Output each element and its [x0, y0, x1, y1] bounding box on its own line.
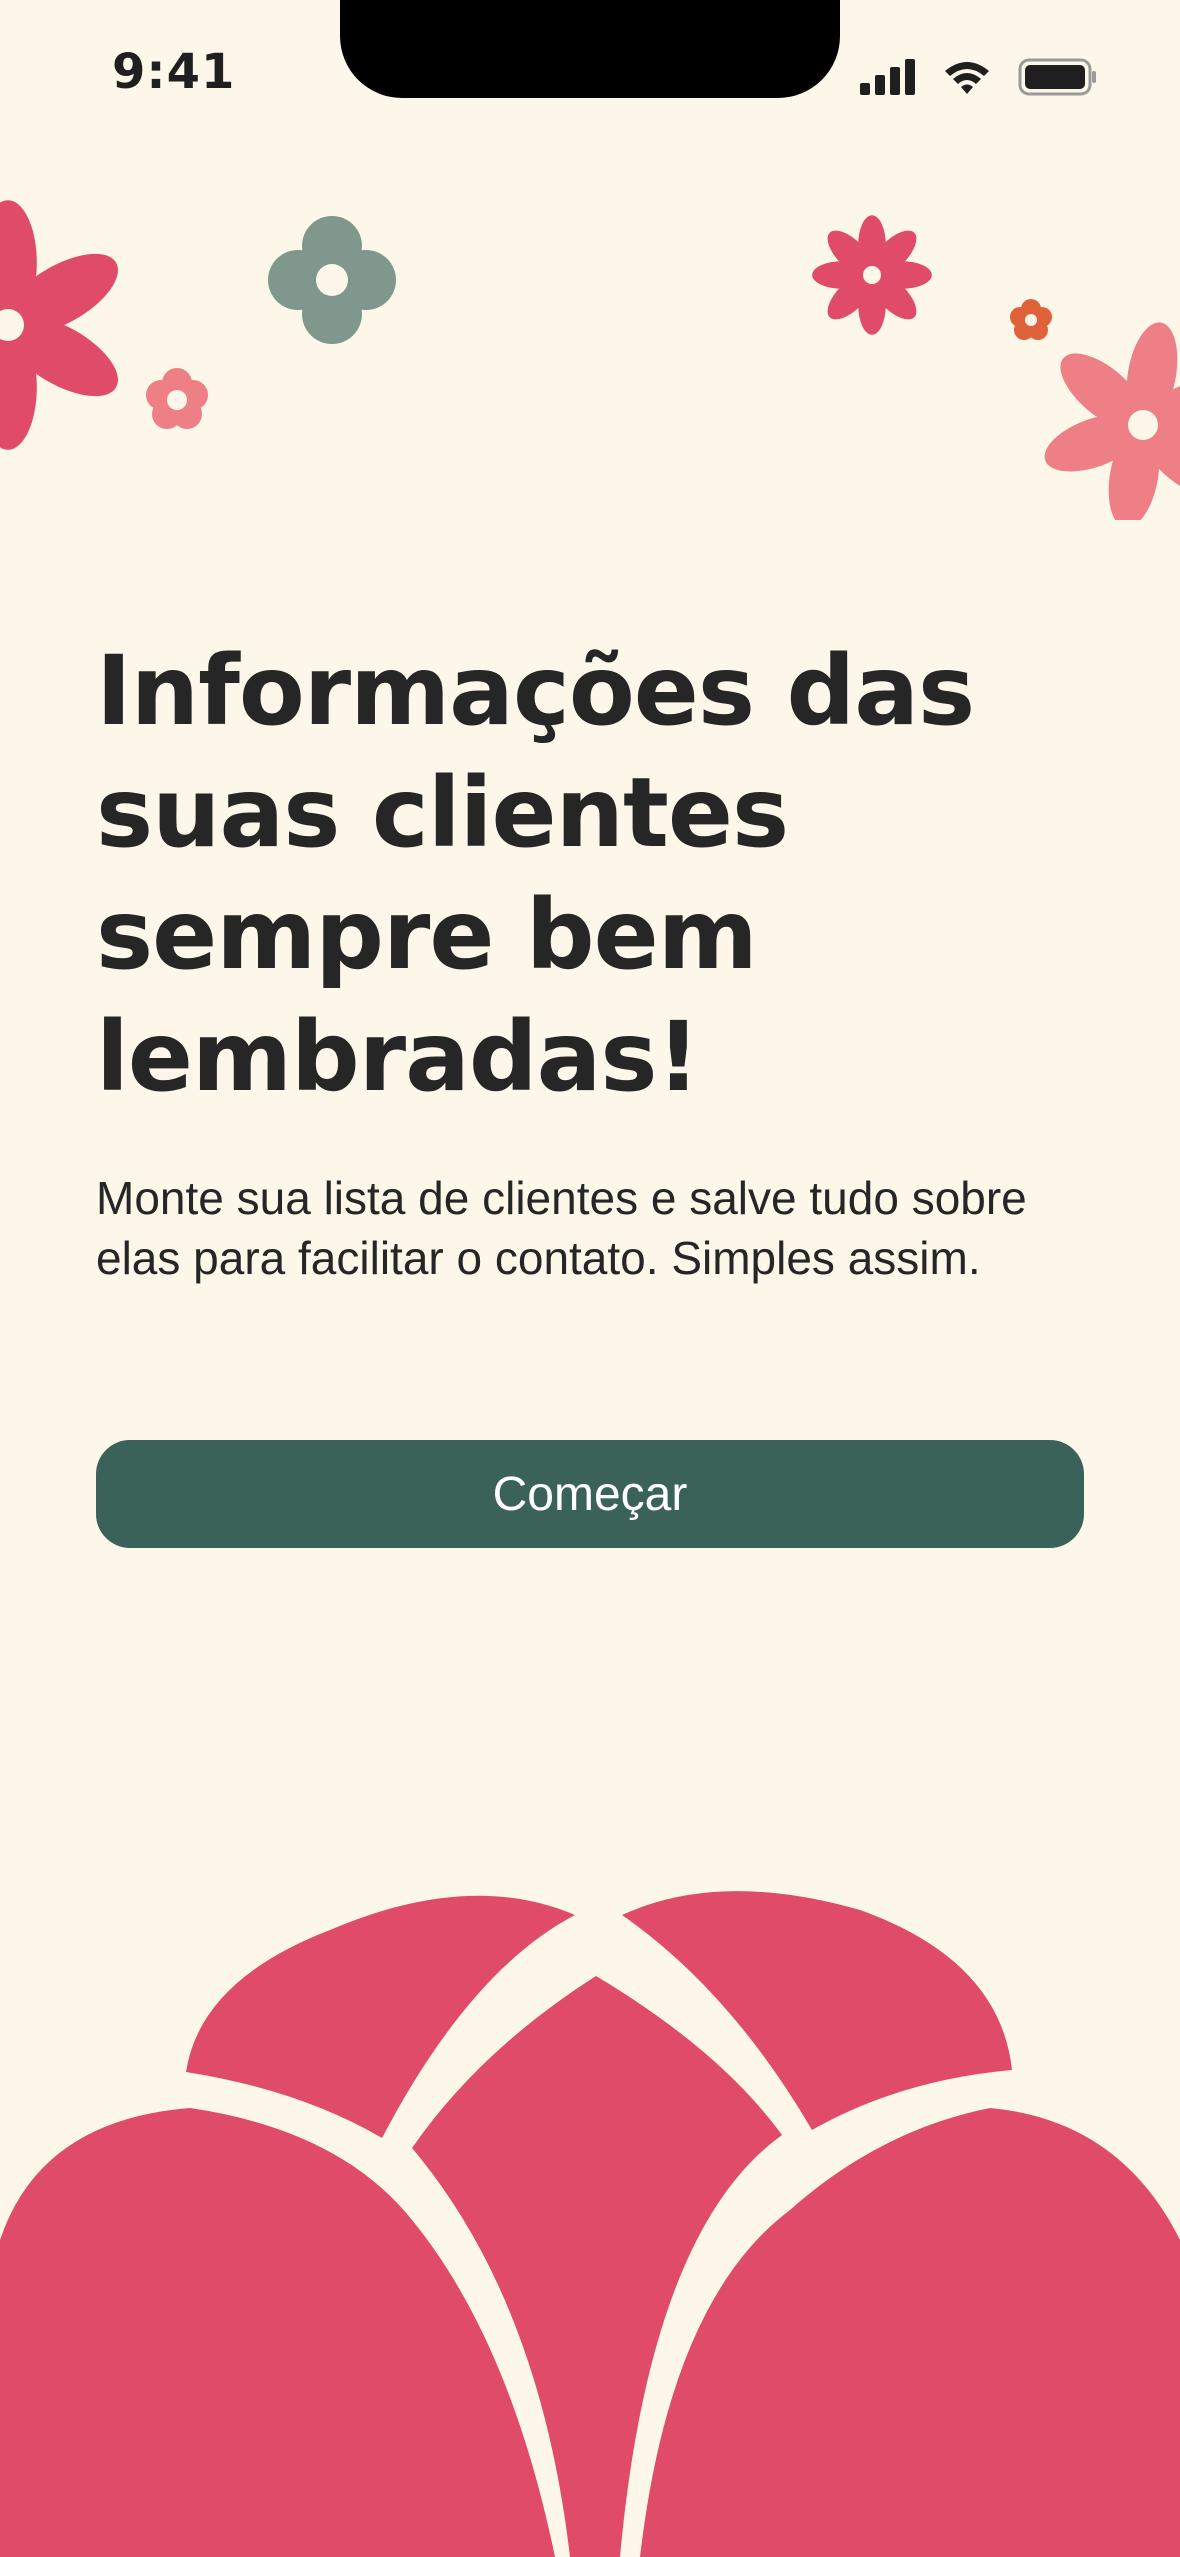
flower-pink-left-icon	[0, 200, 131, 450]
flower-sage-icon	[268, 216, 396, 344]
flower-orange-icon	[1010, 299, 1052, 340]
subtitle: Monte sua lista de clientes e salve tudo…	[96, 1172, 1027, 1284]
large-flower-illustration	[0, 1891, 1180, 2557]
flower-light-pink-small-icon	[146, 368, 208, 429]
start-button[interactable]: Começar	[96, 1440, 1084, 1548]
flower-pink-small-icon	[812, 215, 932, 335]
flower-light-pink-right-icon	[1037, 318, 1180, 520]
decorative-flowers	[0, 200, 1180, 520]
headline: Informações das suas clientes sempre bem…	[96, 635, 975, 1113]
